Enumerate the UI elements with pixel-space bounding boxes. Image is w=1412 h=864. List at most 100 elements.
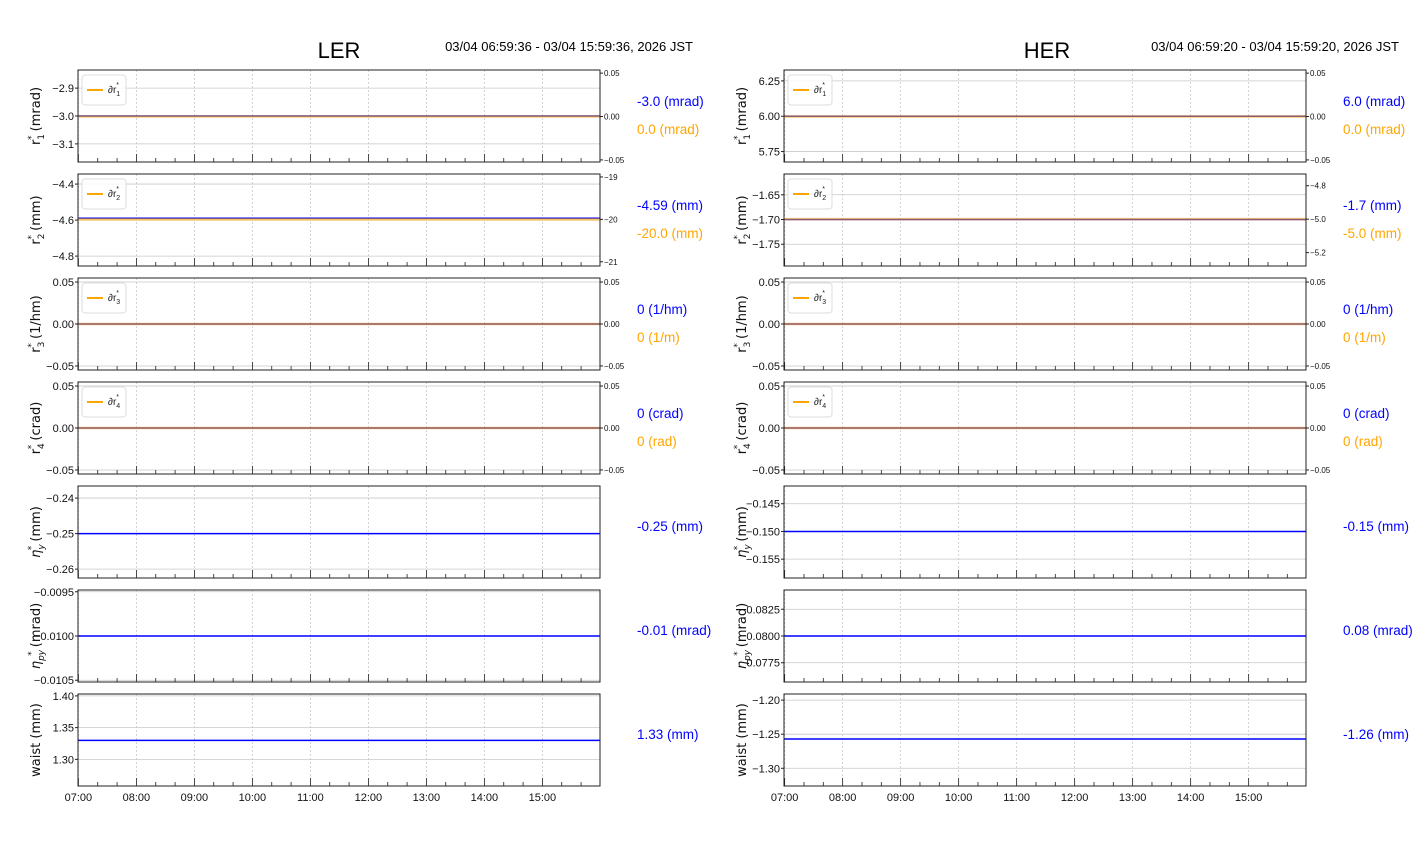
y-tick-label: 0.00 [759, 319, 780, 331]
x-tick-label: 07:00 [65, 792, 93, 804]
chart-title: LER [318, 38, 361, 63]
y-tick-label: −4.4 [52, 179, 74, 191]
y-label-unit: (mm) [735, 195, 750, 235]
legend: ∂r3* [787, 282, 833, 314]
legend: ∂r2* [787, 178, 833, 210]
readout-value: -1.26 (mm) [1343, 727, 1409, 742]
x-tick-label: 14:00 [471, 792, 499, 804]
legend-superscript: * [822, 82, 825, 89]
panel-etapy: −0.0095−0.0100−0.0105-0.01 (mrad)ηpy* (m… [27, 587, 711, 687]
readout-value: 0 (crad) [1343, 406, 1390, 421]
y-tick-label: 0.05 [759, 277, 780, 289]
y-tick-label: −1.30 [752, 763, 780, 775]
right-y-tick-label: −0.05 [604, 466, 625, 475]
y-label-unit: (mm) [29, 195, 44, 235]
right-y-tick-label: 0.00 [604, 320, 620, 329]
readout-value: 0 (1/hm) [637, 302, 687, 317]
y-axis-label: r2* (mm) [27, 195, 47, 244]
panel-etapy: 0.08250.08000.07750.08 (mrad)ηpy* (mrad) [733, 589, 1412, 683]
legend-superscript: * [116, 82, 119, 89]
panel-r4: 0.050.00−0.050.050.00−0.05∂r4*0 (crad)0 … [27, 381, 684, 477]
her-figure: HER 03/04 06:59:20 - 03/04 15:59:20, 2026… [733, 38, 1412, 804]
y-axis-label: r2* (mm) [733, 195, 753, 244]
y-tick-label: 5.75 [759, 147, 780, 159]
readout-value: -0.01 (mrad) [637, 623, 711, 638]
right-y-tick-label: 0.00 [1310, 113, 1326, 122]
right-y-tick-label: −5.2 [1310, 249, 1326, 258]
y-axis-label: r1* (mrad) [733, 87, 753, 145]
legend-subscript: 2 [116, 195, 120, 202]
figure: LER 03/04 06:59:36 - 03/04 15:59:36, 2026… [27, 38, 1412, 804]
y-axis-label: r1* (mrad) [27, 87, 47, 145]
right-y-tick-label: −5.0 [1310, 215, 1326, 224]
y-axis-label: r3* (1/hm) [27, 295, 47, 352]
axes-frame [783, 693, 1307, 787]
y-label-unit: (mrad) [29, 87, 44, 136]
y-tick-label: −0.05 [46, 361, 74, 373]
y-tick-label: 0.05 [53, 381, 74, 393]
y-tick-label: −4.6 [52, 215, 74, 227]
readout-value: 6.0 (mrad) [1343, 94, 1405, 109]
y-label-unit: (mm) [29, 703, 44, 743]
x-tick-label: 08:00 [829, 792, 857, 804]
y-tick-label: −2.9 [52, 83, 74, 95]
y-tick-label: −0.05 [46, 465, 74, 477]
y-tick-label: 0.05 [759, 381, 780, 393]
y-tick-label: −0.0105 [34, 675, 74, 687]
panel-etay: −0.24 −0.25 −0.26 -0.25 (mm) ηy* (mm) [27, 485, 703, 579]
right-y-tick-label: −19 [604, 173, 618, 182]
y-axis-label: r4* (crad) [27, 402, 47, 455]
y-tick-label: 0.00 [759, 423, 780, 435]
legend: ∂r1* [787, 74, 833, 106]
legend: ∂r4* [81, 386, 127, 418]
readout-value: 0 (1/hm) [1343, 302, 1393, 317]
y-tick-label: 1.40 [53, 691, 74, 703]
legend-superscript: * [822, 290, 825, 297]
y-tick-label: −1.65 [752, 190, 780, 202]
panel-r4: 0.050.00−0.050.050.00−0.05∂r4*0 (crad)0 … [733, 381, 1390, 477]
panel-r1: −2.9−3.0−3.10.050.00−0.05∂r1*-3.0 (mrad)… [27, 69, 704, 165]
time-range: 03/04 06:59:20 - 03/04 15:59:20, 2026 JS… [1151, 39, 1399, 54]
legend-superscript: * [822, 186, 825, 193]
x-tick-label: 12:00 [355, 792, 383, 804]
y-axis-label: ηy* (mm) [27, 506, 47, 558]
y-tick-label: 6.00 [759, 111, 780, 123]
y-label-unit: (1/hm) [29, 295, 44, 343]
right-y-tick-label: −20 [604, 215, 618, 224]
right-y-tick-label: 0.05 [604, 69, 620, 78]
readout-value: 0 (crad) [637, 406, 684, 421]
panel-waist: −1.20 −1.25 −1.30 -1.26 (mm) waist (mm) 07:00… [735, 693, 1409, 804]
x-tick-label: 09:00 [887, 792, 915, 804]
y-tick-label: 6.25 [759, 76, 780, 88]
panel-r2: −1.65−1.70−1.75−4.8−5.0−5.2∂r2*-1.7 (mm)… [733, 173, 1402, 267]
y-tick-label: 0.0825 [746, 604, 780, 616]
legend-superscript: * [822, 394, 825, 401]
x-tick-label: 12:00 [1061, 792, 1089, 804]
panel-waist: 1.40 1.35 1.30 1.33 (mm) waist (mm) 07:00 08:0… [29, 691, 699, 804]
panel-r1: 6.256.005.750.050.00−0.05∂r1*6.0 (mrad)0… [733, 69, 1405, 165]
y-axis-label: waist (mm) [735, 703, 750, 777]
right-y-tick-label: 0.00 [1310, 424, 1326, 433]
readout-value: -3.0 (mrad) [637, 94, 704, 109]
x-tick-label: 15:00 [529, 792, 557, 804]
y-tick-label: −0.05 [752, 361, 780, 373]
legend: ∂r1* [81, 74, 127, 106]
right-y-tick-label: 0.00 [604, 424, 620, 433]
right-y-tick-label: −0.05 [604, 362, 625, 371]
x-tick-label: 11:00 [1003, 792, 1030, 804]
x-tick-label: 14:00 [1177, 792, 1205, 804]
chart-title: HER [1024, 38, 1070, 63]
legend-subscript: 1 [822, 91, 826, 98]
right-y-tick-label: 0.00 [604, 113, 620, 122]
y-tick-label: −1.75 [752, 239, 780, 251]
legend-subscript: 4 [116, 403, 120, 410]
readout-delta: -20.0 (mm) [637, 226, 703, 241]
y-label-unit: (mm) [735, 506, 750, 546]
readout-delta: 0 (1/m) [1343, 330, 1386, 345]
y-tick-label: 1.30 [53, 754, 74, 766]
readout-delta: 0.0 (mrad) [1343, 122, 1405, 137]
y-label-symbol: η [735, 661, 750, 669]
y-label-unit: (mrad) [735, 87, 750, 136]
readout-value: -0.15 (mm) [1343, 519, 1409, 534]
y-label-unit: (1/hm) [735, 295, 750, 343]
